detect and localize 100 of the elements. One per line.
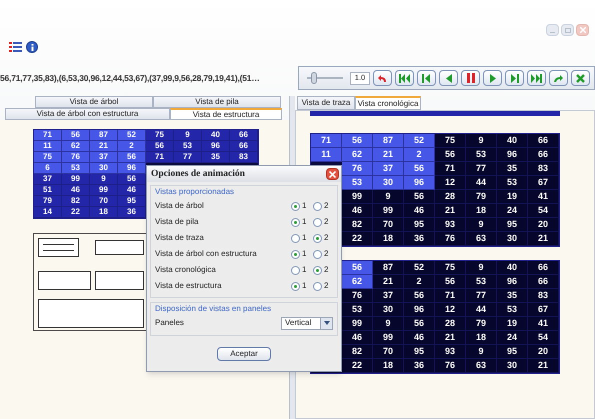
table-cell: 99 (373, 331, 404, 345)
undo-button[interactable] (373, 70, 392, 86)
table-cell: 21 (90, 141, 118, 152)
table-cell: 21 (435, 204, 466, 218)
radio-button[interactable] (291, 234, 300, 242)
table-cell: 75 (146, 130, 174, 141)
table-cell: 53 (342, 176, 373, 190)
step-forward-button[interactable] (505, 70, 524, 86)
sequence-field[interactable]: 56,71,77,35,83),(6,53,30,96,12,44,53,67),(37,99,9,56,28,79,19,41),(51… (0, 71, 296, 85)
table-cell: 77 (466, 289, 497, 303)
table-cell: 53 (466, 275, 497, 289)
table-cell: 46 (62, 185, 90, 196)
radio-button[interactable] (291, 202, 300, 210)
accept-button[interactable]: Aceptar (217, 346, 271, 360)
table-cell: 82 (62, 196, 90, 207)
table-cell: 21 (373, 275, 404, 289)
table-cell: 67 (528, 176, 559, 190)
tab[interactable]: Vista cronológica (355, 96, 421, 110)
table-cell: 14 (34, 207, 62, 218)
table-cell: 18 (466, 331, 497, 345)
close-button[interactable] (571, 70, 590, 86)
close-button[interactable] (326, 168, 339, 180)
table-cell: 62 (342, 275, 373, 289)
pause-button[interactable] (461, 70, 480, 86)
table-cell: 53 (62, 163, 90, 174)
tab[interactable]: Vista de estructura (170, 108, 282, 120)
radio-button[interactable] (291, 250, 300, 258)
table-cell: 56 (404, 289, 435, 303)
radio-button[interactable] (313, 234, 322, 242)
radio-button[interactable] (313, 250, 322, 258)
maximize-button[interactable] (561, 24, 574, 36)
list-icon[interactable] (8, 41, 22, 53)
table-cell: 87 (373, 261, 404, 275)
table-cell: 20 (528, 345, 559, 359)
table-cell: 46 (342, 331, 373, 345)
table-cell: 2 (404, 275, 435, 289)
table-cell: 76 (435, 359, 466, 373)
table-cell: 28 (435, 190, 466, 204)
radio-label: 2 (324, 234, 330, 242)
table-cell: 9 (174, 130, 202, 141)
table-cell: 52 (404, 261, 435, 275)
option-label: Vista de estructura (155, 282, 222, 290)
table-cell: 54 (528, 331, 559, 345)
radio-button[interactable] (291, 218, 300, 226)
minimize-button[interactable] (546, 24, 559, 36)
table-cell: 19 (497, 317, 528, 331)
info-icon[interactable] (26, 41, 38, 53)
close-icon (580, 27, 586, 33)
first-button[interactable] (395, 70, 414, 86)
play-icon (490, 74, 496, 82)
step-back-button[interactable] (417, 70, 436, 86)
table-cell: 95 (404, 345, 435, 359)
table-cell: 83 (528, 162, 559, 176)
option-label: Vista cronológica (155, 266, 216, 274)
panels-dropdown[interactable]: Vertical (281, 316, 333, 330)
radio-button[interactable] (313, 266, 322, 274)
close-icon (576, 74, 585, 82)
radio-button[interactable] (313, 218, 322, 226)
table-cell: 2 (118, 141, 146, 152)
table-cell: 22 (342, 359, 373, 373)
tab[interactable]: Vista de árbol (35, 96, 153, 108)
play-button[interactable] (483, 70, 502, 86)
tab[interactable]: Vista de traza (297, 96, 355, 110)
table-cell: 12 (435, 176, 466, 190)
radio-button[interactable] (313, 202, 322, 210)
speed-slider[interactable] (307, 72, 343, 84)
radio-label: 1 (302, 218, 308, 226)
table-cell: 71 (34, 130, 62, 141)
table-cell: 83 (230, 152, 258, 163)
radio-button[interactable] (291, 282, 300, 290)
table-cell: 71 (435, 289, 466, 303)
tab[interactable]: Vista de árbol con estructura (5, 108, 170, 120)
table-cell: 66 (230, 130, 258, 141)
table-cell: 52 (118, 130, 146, 141)
last-button[interactable] (527, 70, 546, 86)
undo-icon (377, 74, 388, 82)
table-cell: 95 (118, 196, 146, 207)
table-cell: 56 (118, 174, 146, 185)
tab[interactable]: Vista de pila (153, 96, 281, 108)
table-cell: 35 (202, 152, 230, 163)
table-cell: 79 (466, 190, 497, 204)
redo-button[interactable] (549, 70, 568, 86)
table-cell: 36 (404, 232, 435, 246)
radio-button[interactable] (291, 266, 300, 274)
table-cell: 62 (342, 148, 373, 162)
table-cell: 56 (435, 148, 466, 162)
radio-button[interactable] (313, 282, 322, 290)
table-cell: 77 (466, 162, 497, 176)
table-cell: 99 (373, 204, 404, 218)
table-cell: 63 (466, 359, 497, 373)
field-label: Paneles (155, 319, 184, 327)
back-button[interactable] (439, 70, 458, 86)
table-cell: 36 (118, 207, 146, 218)
table-cell: 30 (90, 163, 118, 174)
table-cell: 28 (435, 317, 466, 331)
table-cell: 46 (404, 204, 435, 218)
table-cell: 75 (435, 261, 466, 275)
radio-label: 2 (324, 250, 330, 258)
table-cell: 96 (404, 303, 435, 317)
slider-thumb[interactable] (311, 72, 318, 84)
